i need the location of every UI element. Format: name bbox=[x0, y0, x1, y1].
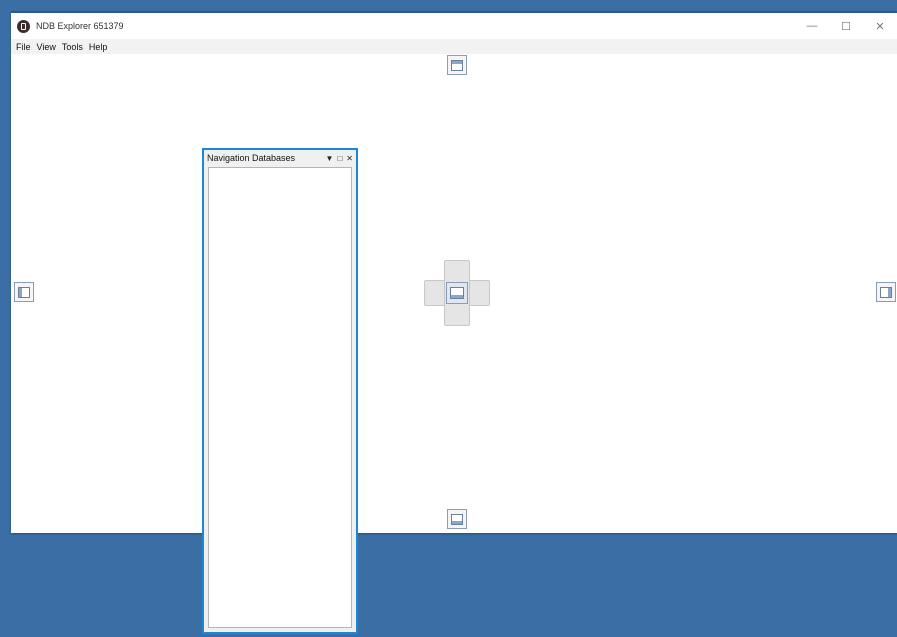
dock-bottom-icon bbox=[451, 513, 463, 525]
panel-controls: ▼ □ ✕ bbox=[326, 150, 353, 166]
dock-center-icon bbox=[450, 287, 464, 299]
panel-content-list[interactable] bbox=[208, 167, 352, 628]
window-controls: — ☐ ✕ bbox=[795, 13, 897, 39]
dock-right-guide[interactable] bbox=[876, 282, 896, 302]
navigation-databases-panel[interactable]: Navigation Databases ▼ □ ✕ bbox=[202, 148, 358, 634]
panel-close-icon[interactable]: ✕ bbox=[346, 154, 353, 163]
panel-title-bar[interactable]: Navigation Databases ▼ □ ✕ bbox=[204, 150, 356, 166]
dock-center-cross bbox=[424, 260, 490, 326]
dock-center-guide[interactable] bbox=[446, 282, 468, 304]
dock-bottom-guide[interactable] bbox=[447, 509, 467, 529]
menu-help[interactable]: Help bbox=[86, 42, 111, 52]
title-bar[interactable]: NDB Explorer 651379 — ☐ ✕ bbox=[11, 13, 897, 39]
minimize-button[interactable]: — bbox=[795, 13, 829, 39]
panel-title: Navigation Databases bbox=[207, 153, 296, 163]
dock-top-guide[interactable] bbox=[447, 55, 467, 75]
dock-right-icon bbox=[880, 286, 892, 298]
dock-top-icon bbox=[451, 59, 463, 71]
app-icon bbox=[17, 19, 30, 33]
menu-file[interactable]: File bbox=[11, 42, 34, 52]
menu-bar: File View Tools Help bbox=[11, 39, 897, 54]
menu-view[interactable]: View bbox=[34, 42, 59, 52]
panel-dropdown-icon[interactable]: ▼ bbox=[326, 154, 334, 163]
dock-left-icon bbox=[18, 286, 30, 298]
close-button[interactable]: ✕ bbox=[863, 13, 897, 39]
maximize-button[interactable]: ☐ bbox=[829, 13, 863, 39]
panel-maximize-icon[interactable]: □ bbox=[337, 154, 342, 163]
window-title: NDB Explorer 651379 bbox=[36, 21, 124, 31]
menu-tools[interactable]: Tools bbox=[59, 42, 86, 52]
dock-left-guide[interactable] bbox=[14, 282, 34, 302]
